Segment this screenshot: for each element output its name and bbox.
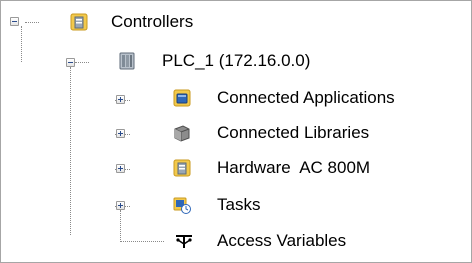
tree-item-hardware[interactable]: Hardware AC 800M xyxy=(217,158,370,178)
expand-toggle-connected-libraries[interactable] xyxy=(116,129,125,138)
controller-folder-icon xyxy=(69,12,89,32)
access-variables-icon xyxy=(174,231,194,251)
tree-connector xyxy=(70,67,71,235)
tasks-icon xyxy=(172,195,192,215)
tree-item-connected-applications[interactable]: Connected Applications xyxy=(217,88,395,108)
expand-toggle-tasks[interactable] xyxy=(116,201,125,210)
collapse-toggle-plc-1[interactable] xyxy=(66,58,75,67)
tree-item-access-variables[interactable]: Access Variables xyxy=(217,231,346,251)
tree-connector xyxy=(21,26,22,62)
hardware-icon xyxy=(172,158,192,178)
project-explorer-tree: Controllers PLC_1 (172.16.0.0) Connected… xyxy=(0,0,472,263)
library-icon xyxy=(172,123,192,143)
application-icon xyxy=(172,88,192,108)
plc-icon xyxy=(117,51,137,71)
tree-item-controllers[interactable]: Controllers xyxy=(111,12,193,32)
collapse-toggle-controllers[interactable] xyxy=(10,17,19,26)
tree-connector xyxy=(25,22,39,23)
tree-connector xyxy=(120,210,121,242)
tree-item-tasks[interactable]: Tasks xyxy=(217,195,260,215)
tree-item-connected-libraries[interactable]: Connected Libraries xyxy=(217,123,369,143)
tree-connector xyxy=(120,241,164,242)
expand-toggle-hardware[interactable] xyxy=(116,164,125,173)
tree-item-plc-1[interactable]: PLC_1 (172.16.0.0) xyxy=(162,51,310,71)
expand-toggle-connected-applications[interactable] xyxy=(116,95,125,104)
tree-connector xyxy=(75,62,89,63)
